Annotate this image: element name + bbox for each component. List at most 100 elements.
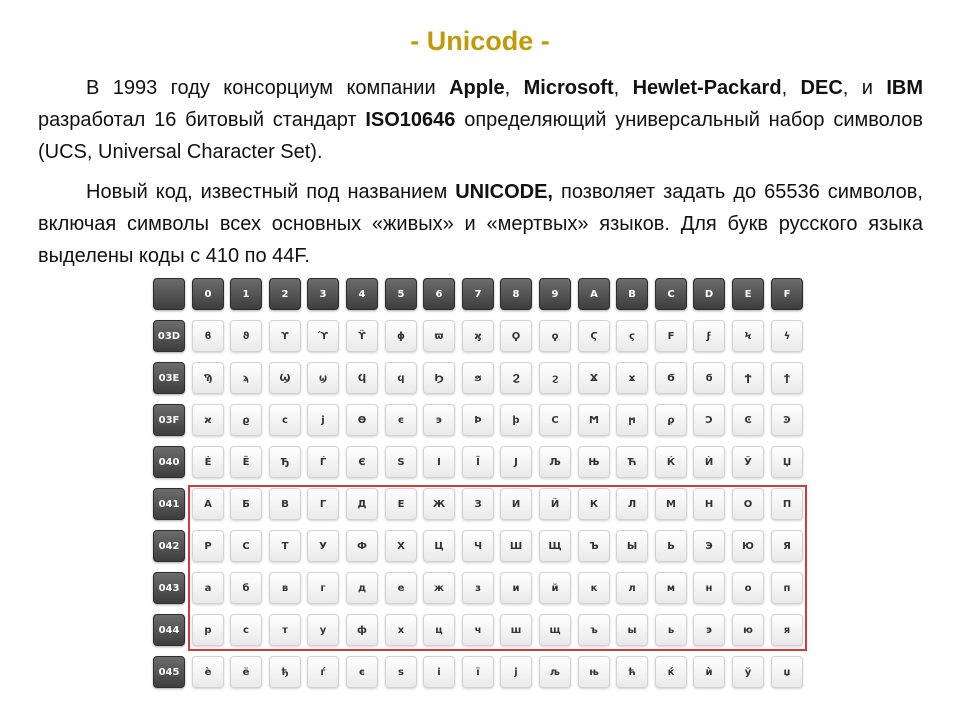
char-cell: Ϝ bbox=[655, 320, 687, 352]
text-run: , bbox=[781, 77, 801, 99]
row-header: 044 bbox=[153, 614, 185, 646]
char-cell: Ϡ bbox=[192, 362, 224, 394]
char-cell: Є bbox=[346, 446, 378, 478]
column-header: 0 bbox=[192, 278, 224, 310]
char-cell: ϝ bbox=[693, 320, 725, 352]
row-header: 045 bbox=[153, 656, 185, 688]
char-cell: ϛ bbox=[616, 320, 648, 352]
char-cell: І bbox=[423, 446, 455, 478]
char-cell: Ў bbox=[732, 446, 764, 478]
char-cell: ϭ bbox=[693, 362, 725, 394]
char-cell: ϣ bbox=[307, 362, 339, 394]
char-cell: ϯ bbox=[771, 362, 803, 394]
char-cell: і bbox=[423, 656, 455, 688]
char-cell: ϳ bbox=[307, 404, 339, 436]
char-cell: Ͻ bbox=[693, 404, 725, 436]
bold-term: Hewlet-Packard bbox=[632, 77, 782, 99]
bold-term: Apple bbox=[449, 77, 505, 99]
char-cell: ϰ bbox=[192, 404, 224, 436]
row-header: 03D bbox=[153, 320, 185, 352]
column-header: 3 bbox=[307, 278, 339, 310]
row-header: 042 bbox=[153, 530, 185, 562]
text-run: Новый код, известный под названием bbox=[86, 181, 456, 203]
char-cell: ϻ bbox=[616, 404, 648, 436]
char-cell: ϲ bbox=[269, 404, 301, 436]
char-cell: њ bbox=[578, 656, 610, 688]
char-cell: Ϥ bbox=[346, 362, 378, 394]
char-cell: ϸ bbox=[500, 404, 532, 436]
bold-term: Microsoft bbox=[523, 77, 614, 99]
char-cell: ϧ bbox=[462, 362, 494, 394]
char-cell: Ϧ bbox=[423, 362, 455, 394]
char-cell: ϙ bbox=[539, 320, 571, 352]
char-cell: Ѕ bbox=[385, 446, 417, 478]
text-run: В 1993 году консорциум компании bbox=[86, 77, 450, 99]
char-cell: ϱ bbox=[230, 404, 262, 436]
row-header: 043 bbox=[153, 572, 185, 604]
char-cell: ϒ bbox=[269, 320, 301, 352]
row-header: 03E bbox=[153, 362, 185, 394]
char-cell: ѕ bbox=[385, 656, 417, 688]
column-header: 4 bbox=[346, 278, 378, 310]
char-cell: є bbox=[346, 656, 378, 688]
char-cell: ј bbox=[500, 656, 532, 688]
column-header: F bbox=[771, 278, 803, 310]
row-header: 03F bbox=[153, 404, 185, 436]
char-cell: ϶ bbox=[423, 404, 455, 436]
char-cell: ў bbox=[732, 656, 764, 688]
char-cell: ϥ bbox=[385, 362, 417, 394]
char-cell: ϐ bbox=[192, 320, 224, 352]
char-cell: Ё bbox=[230, 446, 262, 478]
char-cell: ϫ bbox=[616, 362, 648, 394]
char-cell: Ϸ bbox=[462, 404, 494, 436]
char-cell: Ϣ bbox=[269, 362, 301, 394]
char-cell: џ bbox=[771, 656, 803, 688]
column-header: 5 bbox=[385, 278, 417, 310]
char-cell: ћ bbox=[616, 656, 648, 688]
char-cell: ќ bbox=[655, 656, 687, 688]
text-run: , bbox=[504, 77, 524, 99]
text-run: , bbox=[613, 77, 633, 99]
char-cell: Ϟ bbox=[732, 320, 764, 352]
char-cell: Ј bbox=[500, 446, 532, 478]
char-cell: ђ bbox=[269, 656, 301, 688]
char-cell: љ bbox=[539, 656, 571, 688]
char-cell: ϩ bbox=[539, 362, 571, 394]
char-cell: ϴ bbox=[346, 404, 378, 436]
char-cell: Ћ bbox=[616, 446, 648, 478]
char-cell: Ϯ bbox=[732, 362, 764, 394]
char-cell: ϟ bbox=[771, 320, 803, 352]
char-cell: ϓ bbox=[307, 320, 339, 352]
char-cell: ϑ bbox=[230, 320, 262, 352]
char-cell: ї bbox=[462, 656, 494, 688]
paragraph-2: Новый код, известный под названием UNICO… bbox=[38, 176, 923, 272]
char-cell: Ͽ bbox=[771, 404, 803, 436]
char-cell: ϗ bbox=[462, 320, 494, 352]
char-cell: Ϲ bbox=[539, 404, 571, 436]
column-header: C bbox=[655, 278, 687, 310]
char-cell: Њ bbox=[578, 446, 610, 478]
char-cell: Ї bbox=[462, 446, 494, 478]
char-cell: ϔ bbox=[346, 320, 378, 352]
char-cell: ѝ bbox=[693, 656, 725, 688]
corner-cell bbox=[153, 278, 185, 310]
char-cell: ϵ bbox=[385, 404, 417, 436]
column-header: 9 bbox=[539, 278, 571, 310]
char-cell: Ϛ bbox=[578, 320, 610, 352]
char-cell: ё bbox=[230, 656, 262, 688]
char-cell: Џ bbox=[771, 446, 803, 478]
column-header: 8 bbox=[500, 278, 532, 310]
row-header: 040 bbox=[153, 446, 185, 478]
slide-title: - Unicode - bbox=[410, 26, 550, 56]
row-header: 041 bbox=[153, 488, 185, 520]
char-cell: Ђ bbox=[269, 446, 301, 478]
char-cell: ѓ bbox=[307, 656, 339, 688]
column-header: E bbox=[732, 278, 764, 310]
bold-term: ISO10646 bbox=[365, 109, 456, 131]
column-header: 1 bbox=[230, 278, 262, 310]
column-header: B bbox=[616, 278, 648, 310]
char-cell: Ѐ bbox=[192, 446, 224, 478]
char-cell: Ϻ bbox=[578, 404, 610, 436]
char-cell: Ѝ bbox=[693, 446, 725, 478]
cyrillic-range-highlight bbox=[188, 485, 807, 651]
